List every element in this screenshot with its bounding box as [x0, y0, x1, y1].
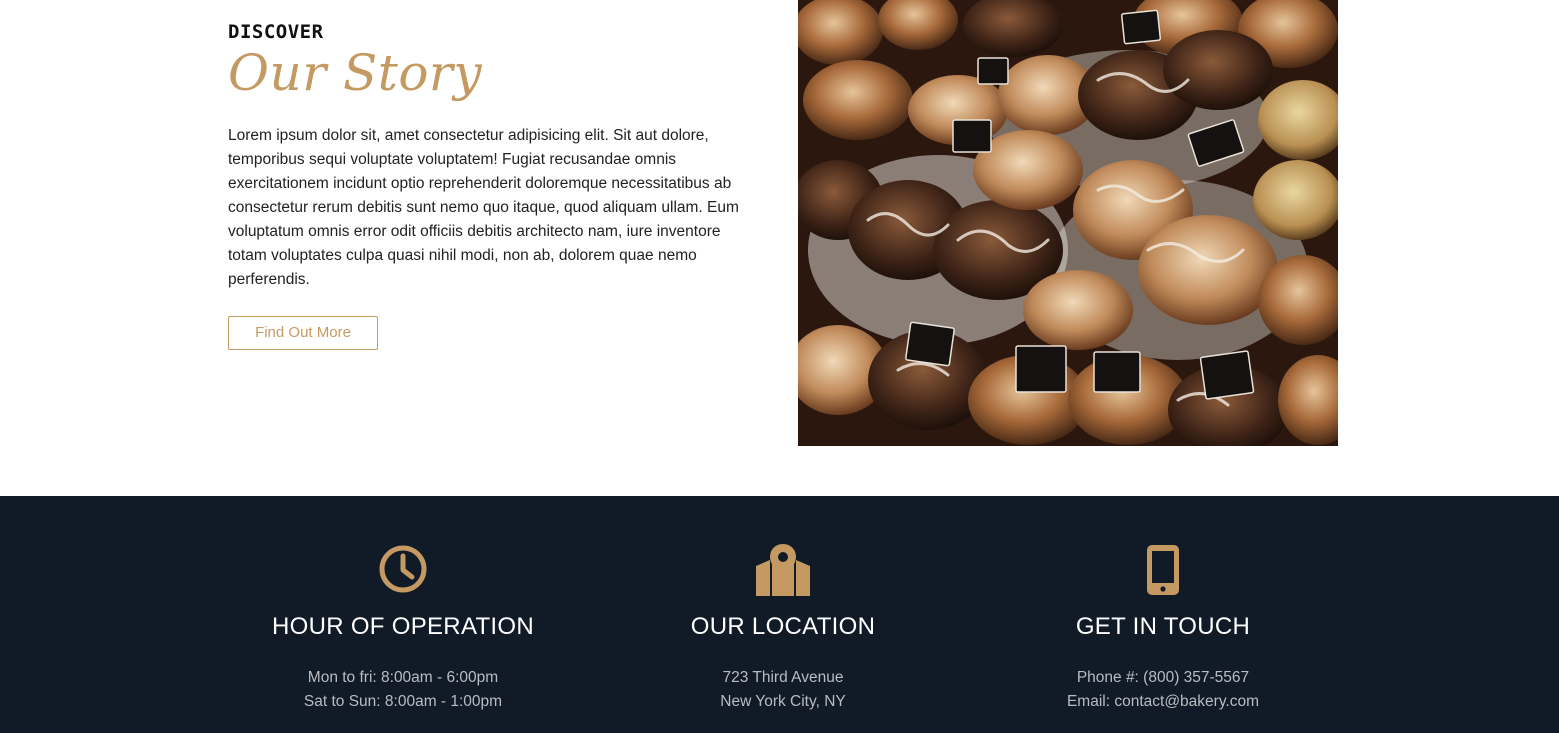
section-title: Our Story: [228, 44, 483, 102]
story-text-block: DISCOVER Our Story Lorem ipsum dolor sit…: [228, 20, 758, 350]
pastries-photo: [798, 0, 1338, 446]
hours-weekend: Sat to Sun: 8:00am - 1:00pm: [303, 693, 503, 710]
contact-phone[interactable]: Phone #: (800) 357-5567: [973, 666, 1353, 690]
hours-title: HOUR OF OPERATION: [272, 613, 534, 640]
hours-weekday: Mon to fri: 8:00am - 6:00pm: [307, 669, 499, 686]
contact-title: GET IN TOUCH: [1075, 613, 1251, 640]
location-title: OUR LOCATION: [690, 613, 876, 640]
our-story-section: DISCOVER Our Story Lorem ipsum dolor sit…: [0, 0, 1559, 496]
clock-icon: [373, 544, 433, 600]
location-street: 723 Third Avenue: [722, 669, 844, 686]
section-eyebrow: DISCOVER: [228, 21, 324, 43]
mobile-phone-icon: [1133, 544, 1193, 600]
find-out-more-button[interactable]: Find Out More: [228, 316, 378, 350]
contact-email[interactable]: Email: contact@bakery.com: [973, 690, 1353, 714]
story-paragraph: Lorem ipsum dolor sit, amet consectetur …: [228, 127, 739, 288]
map-location-icon: [753, 544, 813, 600]
info-band: HOUR OF OPERATION Mon to fri: 8:00am - 6…: [0, 496, 1559, 733]
location-city: New York City, NY: [720, 693, 846, 710]
